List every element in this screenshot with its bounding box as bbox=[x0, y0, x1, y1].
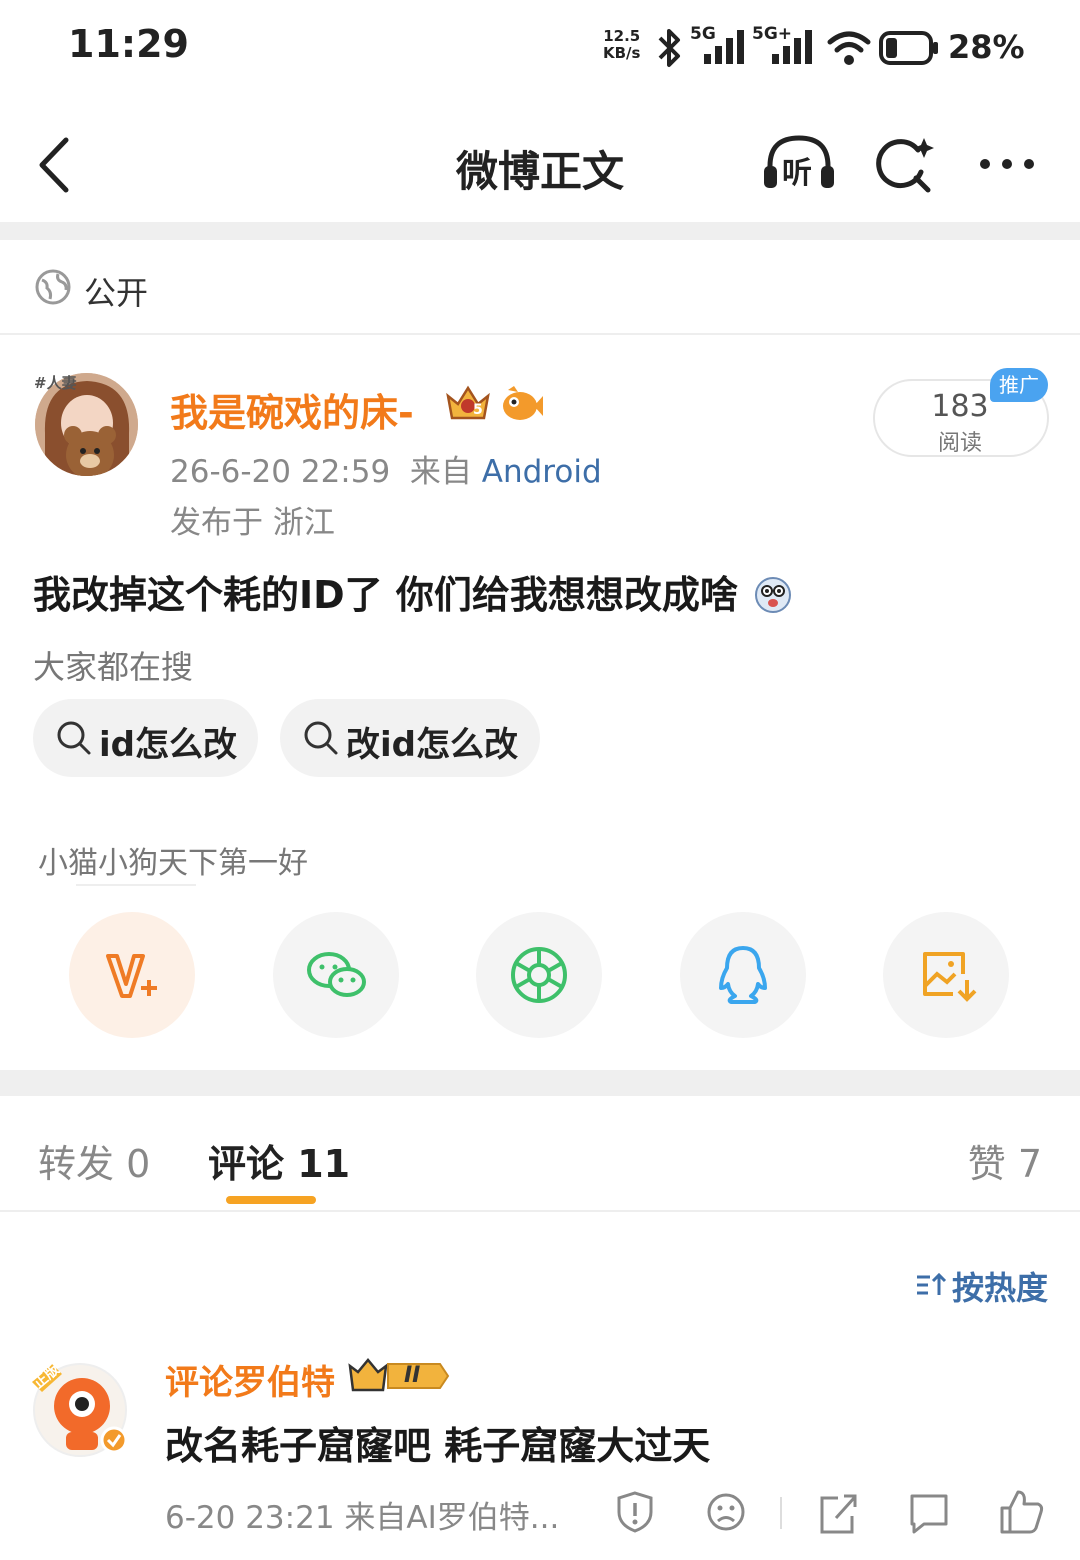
repost-icon[interactable] bbox=[816, 1490, 860, 1536]
section-gap bbox=[0, 1070, 1080, 1096]
crown-rank-icon bbox=[348, 1358, 450, 1392]
save-image-icon bbox=[923, 952, 977, 1002]
bluetooth-icon bbox=[658, 29, 680, 67]
divider bbox=[0, 333, 1080, 335]
globe-icon bbox=[35, 269, 71, 305]
like-icon[interactable] bbox=[996, 1488, 1046, 1536]
visibility-label: 公开 bbox=[84, 274, 149, 312]
tab-likes[interactable]: 赞 7 bbox=[968, 1133, 1042, 1188]
sort-icon bbox=[917, 1272, 947, 1295]
search-icon bbox=[57, 721, 91, 755]
section-gap bbox=[0, 222, 1080, 240]
promote-badge[interactable]: 推广 bbox=[990, 368, 1048, 402]
listen-button[interactable]: 听 bbox=[760, 128, 838, 198]
save-image-button[interactable] bbox=[883, 912, 1009, 1038]
status-time: 11:29 bbox=[68, 22, 189, 66]
emoji-icon bbox=[755, 577, 792, 613]
post-source-link[interactable]: Android bbox=[482, 454, 602, 490]
commenter-name[interactable]: 评论罗伯特 bbox=[165, 1355, 335, 1404]
share-moments-button[interactable] bbox=[476, 912, 602, 1038]
wechat-icon bbox=[307, 952, 366, 997]
reply-icon[interactable] bbox=[906, 1490, 952, 1536]
network-speed-value: 12.5 bbox=[603, 27, 641, 45]
search-chip-label: id怎么改 bbox=[99, 725, 237, 765]
rank-level: II bbox=[404, 1363, 421, 1388]
commenter-avatar[interactable]: 正版 bbox=[28, 1360, 133, 1460]
read-label: 阅读 bbox=[937, 431, 982, 456]
post-content: 我改掉这个耗的ID了 你们给我想想改成啥 bbox=[33, 564, 793, 619]
share-vplus-button[interactable] bbox=[69, 912, 195, 1038]
supertopic-label[interactable]: 小猫小狗天下第一好 bbox=[38, 838, 308, 882]
listen-label: 听 bbox=[782, 156, 812, 191]
action-divider bbox=[780, 1497, 782, 1529]
post-date: 26-6-20 22:59 bbox=[170, 454, 391, 490]
network-speed-unit: KB/s bbox=[603, 44, 641, 62]
battery-icon bbox=[879, 31, 938, 65]
share-qq-button[interactable] bbox=[680, 912, 806, 1038]
signal-icon bbox=[772, 30, 812, 64]
search-icon bbox=[304, 721, 338, 755]
tab-comments[interactable]: 评论 11 bbox=[208, 1133, 350, 1188]
commenter-rank-badge: II bbox=[348, 1358, 450, 1394]
wifi-icon bbox=[827, 31, 871, 65]
fish-badge-icon[interactable] bbox=[500, 384, 544, 424]
search-chip[interactable]: 改id怎么改 bbox=[280, 699, 540, 777]
vplus-icon bbox=[106, 954, 157, 998]
crown-badge-icon bbox=[446, 385, 490, 420]
search-sparkle-icon[interactable] bbox=[872, 132, 938, 198]
share-wechat-button[interactable] bbox=[273, 912, 399, 1038]
post-location: 发布于 浙江 bbox=[170, 505, 335, 541]
signal-icon bbox=[704, 30, 744, 64]
badge-level: 5 bbox=[473, 402, 483, 418]
comment-text: 改名耗子窟窿吧 耗子窟窿大过天 bbox=[165, 1424, 711, 1468]
vip-crown-badge[interactable]: 5 bbox=[443, 382, 493, 426]
more-dots-icon[interactable] bbox=[975, 150, 1039, 178]
report-icon[interactable] bbox=[614, 1490, 656, 1534]
network-speed: 12.5 KB/s bbox=[603, 28, 640, 62]
moments-icon bbox=[511, 947, 567, 1003]
comment-meta: 6-20 23:21 来自AI罗伯特... bbox=[165, 1500, 560, 1536]
post-text: 我改掉这个耗的ID了 你们给我想想改成啥 bbox=[33, 573, 738, 617]
sort-label[interactable]: 按热度 bbox=[952, 1263, 1048, 1309]
divider bbox=[0, 1210, 1080, 1212]
search-chip-label: 改id怎么改 bbox=[346, 725, 518, 765]
dislike-icon[interactable] bbox=[704, 1490, 748, 1534]
search-chip[interactable]: id怎么改 bbox=[33, 699, 258, 777]
qq-icon bbox=[719, 946, 767, 1004]
post-meta: 26-6-20 22:59 来自 Android bbox=[170, 446, 602, 491]
author-name[interactable]: 我是碗戏的床- bbox=[170, 382, 414, 437]
active-tab-indicator bbox=[226, 1196, 316, 1204]
battery-percent: 28% bbox=[948, 28, 1025, 66]
source-prefix: 来自 bbox=[409, 454, 472, 490]
avatar-tag: #人妻 bbox=[34, 374, 77, 392]
topic-underline bbox=[76, 884, 196, 886]
trending-search-heading: 大家都在搜 bbox=[33, 648, 194, 686]
tab-repost[interactable]: 转发 0 bbox=[38, 1133, 150, 1188]
